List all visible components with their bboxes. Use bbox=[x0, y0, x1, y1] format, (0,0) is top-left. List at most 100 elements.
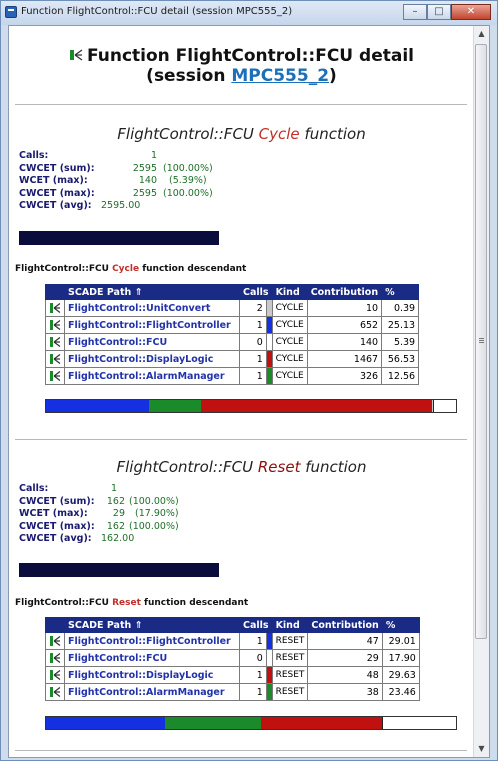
col-contribution[interactable]: Contribution bbox=[307, 617, 383, 633]
cell-contribution: 326 bbox=[306, 367, 383, 385]
scroll-down-icon[interactable]: ▼ bbox=[474, 741, 489, 757]
cell-calls: 1 bbox=[239, 683, 267, 701]
col-contribution[interactable]: Contribution bbox=[306, 284, 383, 300]
cell-kind: CYCLE bbox=[271, 367, 308, 385]
cell-scade-path[interactable]: FlightControl::AlarmManager bbox=[64, 367, 240, 385]
table-row[interactable]: FlightControl::FlightController 1 CYCLE 652… bbox=[45, 316, 420, 334]
scade-operator-icon bbox=[49, 336, 61, 349]
descendant-title-suffix: function descendant bbox=[140, 598, 249, 608]
table-row[interactable]: FlightControl::FCU 0 CYCLE 140 5.39 bbox=[45, 333, 420, 351]
stat-value: 2595 bbox=[132, 162, 157, 174]
col-icon bbox=[45, 284, 65, 300]
col-percent[interactable]: % bbox=[381, 617, 420, 633]
stat-percent: (5.39%) bbox=[169, 175, 207, 186]
table-row[interactable]: FlightControl::DisplayLogic 1 RESET 48 29.63 bbox=[45, 666, 420, 684]
cell-calls: 1 bbox=[239, 367, 267, 385]
table-row[interactable]: FlightControl::DisplayLogic 1 CYCLE 1467 56.… bbox=[45, 350, 420, 368]
table-row[interactable]: FlightControl::FCU 0 RESET 29 17.90 bbox=[45, 649, 420, 667]
close-button[interactable]: ✕ bbox=[451, 4, 491, 20]
col-percent[interactable]: % bbox=[381, 284, 420, 300]
cell-contribution: 48 bbox=[307, 666, 383, 684]
cell-calls: 1 bbox=[239, 632, 267, 650]
cell-scade-path[interactable]: FlightControl::DisplayLogic bbox=[64, 350, 240, 368]
table-header-row: SCADE Path ⇑ Calls Kind Contribution % bbox=[45, 617, 420, 633]
divider bbox=[15, 104, 467, 105]
vertical-scrollbar[interactable]: ▲ ▼ bbox=[473, 26, 489, 757]
col-calls[interactable]: Calls bbox=[239, 284, 273, 300]
cell-percent: 12.56 bbox=[381, 367, 420, 385]
cell-scade-path[interactable]: FlightControl::FlightController bbox=[64, 316, 240, 334]
cell-icon bbox=[45, 367, 65, 385]
bar-segment-alarmmanager bbox=[164, 717, 262, 729]
table-row[interactable]: FlightControl::FlightController 1 RESET 47 2… bbox=[45, 632, 420, 650]
col-kind[interactable]: Kind bbox=[271, 284, 308, 300]
stat-percent: (100.00%) bbox=[129, 520, 179, 532]
cell-scade-path[interactable]: FlightControl::FCU bbox=[64, 333, 240, 351]
section-title-cycle: FlightControl::FCU Cycle function bbox=[9, 125, 474, 143]
cell-kind: CYCLE bbox=[271, 350, 308, 368]
table-row[interactable]: FlightControl::AlarmManager 1 CYCLE 326 12.5… bbox=[45, 367, 420, 385]
stat-value: 2595.00 bbox=[101, 200, 141, 211]
stat-value: 140 bbox=[138, 175, 157, 186]
section-title-kind: Reset bbox=[257, 458, 301, 476]
descendant-title-reset: FlightControl::FCU Reset function descen… bbox=[15, 598, 248, 608]
bar-segment-displaylogic bbox=[261, 717, 383, 729]
col-scade-path[interactable]: SCADE Path ⇑ bbox=[64, 284, 240, 300]
cell-icon bbox=[45, 333, 65, 351]
stat-percent: (100.00%) bbox=[129, 495, 179, 507]
cell-scade-path[interactable]: FlightControl::FlightController bbox=[64, 632, 240, 650]
stat-value: 1 bbox=[150, 150, 157, 161]
table-row[interactable]: FlightControl::AlarmManager 1 RESET 38 23.46 bbox=[45, 683, 420, 701]
bar-segment-fcu bbox=[382, 717, 456, 729]
stat-label: CWCET (avg): bbox=[19, 200, 92, 211]
maximize-button[interactable]: □ bbox=[427, 4, 451, 20]
stat-value: 162 bbox=[106, 495, 125, 507]
cell-calls: 0 bbox=[239, 649, 267, 667]
cell-kind: RESET bbox=[271, 683, 309, 701]
descendant-title-prefix: FlightControl::FCU bbox=[15, 264, 113, 274]
document-view[interactable]: Function FlightControl::FCU detail (sess… bbox=[8, 25, 490, 758]
cell-kind: CYCLE bbox=[271, 333, 308, 351]
grip-icon bbox=[479, 338, 484, 339]
cell-icon bbox=[45, 666, 65, 684]
table-row[interactable]: FlightControl::UnitConvert 2 CYCLE 10 0.39 bbox=[45, 299, 420, 317]
section-title-suffix: function bbox=[300, 458, 367, 476]
cell-percent: 23.46 bbox=[381, 683, 420, 701]
cell-icon bbox=[45, 350, 65, 368]
col-calls[interactable]: Calls bbox=[239, 617, 273, 633]
minimize-button[interactable]: – bbox=[403, 4, 427, 20]
cell-calls: 1 bbox=[239, 316, 267, 334]
scroll-up-icon[interactable]: ▲ bbox=[474, 26, 489, 42]
scade-operator-icon bbox=[49, 319, 61, 332]
cell-calls: 2 bbox=[239, 299, 267, 317]
descendant-title-suffix: function descendant bbox=[139, 264, 247, 274]
section-title-kind: Cycle bbox=[258, 125, 300, 143]
col-scade-path[interactable]: SCADE Path ⇑ bbox=[64, 617, 240, 633]
stat-label: WCET (max): bbox=[19, 175, 88, 186]
cell-scade-path[interactable]: FlightControl::AlarmManager bbox=[64, 683, 240, 701]
session-link[interactable]: MPC555_2 bbox=[231, 66, 329, 86]
cell-kind: RESET bbox=[271, 666, 309, 684]
bar-segment-alarmmanager bbox=[149, 400, 201, 412]
stat-value: 2595 bbox=[132, 187, 157, 199]
stat-percent: (100.00%) bbox=[163, 162, 213, 174]
session-close: ) bbox=[329, 66, 337, 86]
divider bbox=[15, 439, 467, 440]
title-bar[interactable]: Function FlightControl::FCU detail (sess… bbox=[1, 1, 497, 25]
cell-contribution: 1467 bbox=[306, 350, 383, 368]
col-kind[interactable]: Kind bbox=[271, 617, 309, 633]
bar-segment-fcu bbox=[433, 400, 456, 412]
cell-icon bbox=[45, 649, 65, 667]
cell-kind: CYCLE bbox=[271, 316, 308, 334]
cell-kind: RESET bbox=[271, 649, 309, 667]
stat-label: CWCET (sum): bbox=[19, 495, 95, 507]
cell-scade-path[interactable]: FlightControl::UnitConvert bbox=[64, 299, 240, 317]
descendant-title-kind: Reset bbox=[112, 598, 141, 608]
stat-percent: (17.90%) bbox=[135, 508, 179, 519]
cell-scade-path[interactable]: FlightControl::FCU bbox=[64, 649, 240, 667]
cell-icon bbox=[45, 632, 65, 650]
cell-scade-path[interactable]: FlightControl::DisplayLogic bbox=[64, 666, 240, 684]
scroll-thumb[interactable] bbox=[475, 44, 487, 639]
cell-kind: CYCLE bbox=[271, 299, 308, 317]
bar-segment-displaylogic bbox=[200, 400, 433, 412]
